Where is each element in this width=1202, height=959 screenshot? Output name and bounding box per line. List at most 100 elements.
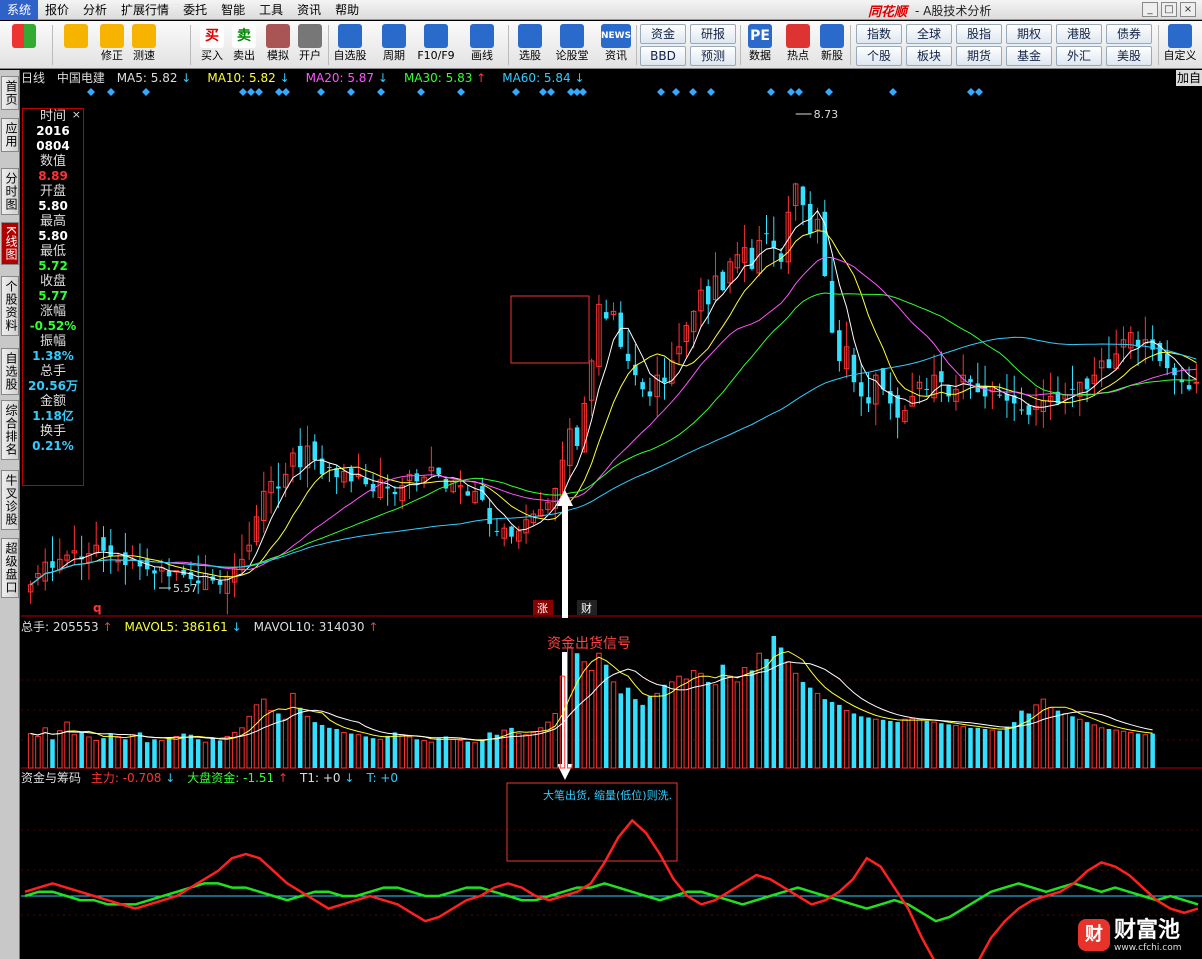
toolbar-label-17: 新股 (821, 49, 843, 62)
menu-item-6[interactable]: 工具 (252, 0, 290, 20)
signal-diamond-4 (247, 88, 255, 96)
volume-bar (202, 741, 209, 769)
toolbar-button-8[interactable]: 自选股 (334, 23, 367, 67)
market-button-2[interactable]: 股指 (956, 24, 1002, 44)
volume-bar (734, 681, 741, 769)
volume-bar (414, 739, 420, 768)
market-button-9[interactable]: 基金 (1006, 46, 1052, 66)
mid-button-2[interactable]: BBD (640, 46, 686, 66)
market-button-1[interactable]: 全球 (906, 24, 952, 44)
toolbar-button-12[interactable]: 选股 (514, 23, 546, 67)
toolbar-button-15[interactable]: PE 数据 (744, 23, 776, 67)
signal-diamond-29 (975, 88, 983, 96)
candle (1004, 374, 1010, 418)
toolbar-button-17[interactable]: 新股 (816, 23, 848, 67)
market-button-4[interactable]: 港股 (1056, 24, 1102, 44)
info-value-2: 5.80 (38, 199, 68, 213)
toolbar-label-7: 开户 (299, 49, 321, 62)
mavol5-line (30, 650, 1153, 742)
volume-bar (909, 718, 915, 769)
f10-icon (424, 24, 448, 48)
side-tab-5[interactable]: 自选股 (1, 348, 19, 395)
info-label-1: 数值 (39, 154, 66, 169)
side-tab-6[interactable]: 综合排名 (1, 400, 19, 460)
candle (1077, 381, 1083, 417)
side-tab-4[interactable]: 个股资料 (1, 276, 19, 336)
back-arrow-icon (64, 24, 88, 48)
toolbar-button-13[interactable]: 论股堂 (556, 23, 589, 67)
info-rows: 时间 2016 0804 数值 8.89 开盘 5.80 最高 5.80 最低 5.72 收盘 5.77… (23, 109, 83, 454)
candle (1091, 357, 1098, 394)
menu-item-8[interactable]: 帮助 (328, 0, 366, 20)
side-tab-3[interactable]: K线图 (1, 222, 19, 265)
toolbar-button-14[interactable]: NEWS 资讯 (600, 23, 632, 67)
menu-item-7[interactable]: 资讯 (290, 0, 328, 20)
market-button-3[interactable]: 期权 (1006, 24, 1052, 44)
toolbar-button-10[interactable]: F10/F9 (417, 23, 455, 67)
menu-item-2[interactable]: 分析 (76, 0, 114, 20)
toolbar-button-1[interactable] (60, 23, 92, 67)
volume-bar (268, 710, 274, 769)
market-button-0[interactable]: 指数 (856, 24, 902, 44)
candle (101, 526, 106, 572)
mid-button-1[interactable]: 研报 (690, 24, 736, 44)
side-tabs: 首页应用分时图 K线图个股资料自选股综合排名牛叉诊股超级盘口 (0, 70, 20, 959)
market-button-5[interactable]: 债券 (1106, 24, 1152, 44)
toolbar-button-0[interactable] (8, 23, 40, 67)
volume-bar (989, 729, 996, 769)
info-close-icon[interactable]: × (72, 109, 81, 120)
volume-bar (946, 724, 951, 768)
custom-button[interactable]: 自定义 (1164, 23, 1197, 67)
menu-item-4[interactable]: 委托 (176, 0, 214, 20)
signal-diamond-7 (282, 88, 290, 96)
volume-bar (494, 734, 500, 768)
toolbar-button-11[interactable]: 画线 (466, 23, 498, 67)
toolbar-button-7[interactable]: 开户 (294, 23, 326, 67)
candle (647, 377, 653, 406)
menu-item-5[interactable]: 智能 (214, 0, 252, 20)
close-icon[interactable]: × (1180, 2, 1196, 17)
kline-chart[interactable]: 8.735.57q 涨财资金出货信号大笔出货, 缩量(低位)则洗. (21, 70, 1202, 959)
market-button-10[interactable]: 外汇 (1056, 46, 1102, 66)
mid-button-3[interactable]: 预测 (690, 46, 736, 66)
market-button-6[interactable]: 个股 (856, 46, 902, 66)
maximize-icon[interactable]: □ (1161, 2, 1177, 17)
side-tab-2[interactable]: 分时图 (1, 168, 19, 215)
market-button-7[interactable]: 板块 (906, 46, 952, 66)
volume-bar (123, 739, 128, 768)
toolbar-button-9[interactable]: 周期 (378, 23, 410, 67)
volume-bar (217, 740, 223, 768)
high-label: 8.73 (814, 108, 839, 121)
volume-bar (982, 728, 988, 768)
candle (822, 199, 828, 278)
toolbar-button-3[interactable]: 测速 (128, 23, 160, 67)
volume-bar (406, 736, 413, 769)
candle (1142, 316, 1149, 364)
minimize-icon[interactable]: _ (1142, 2, 1158, 17)
side-tab-0[interactable]: 首页 (1, 76, 19, 110)
volume-bar (625, 687, 631, 768)
candle (348, 465, 354, 493)
menu-item-0[interactable]: 系统 (0, 0, 39, 20)
volume-bar (902, 718, 908, 769)
candle (202, 555, 209, 591)
candle (851, 347, 857, 393)
candle (727, 257, 733, 294)
candle (465, 485, 471, 496)
signal-diamond-26 (825, 88, 833, 96)
menu-item-1[interactable]: 报价 (38, 0, 76, 20)
candle (472, 481, 478, 505)
market-button-8[interactable]: 期货 (956, 46, 1002, 66)
side-tab-7[interactable]: 牛叉诊股 (1, 470, 19, 530)
mid-button-0[interactable]: 资金 (640, 24, 686, 44)
volume-bar (195, 739, 201, 768)
side-tab-8[interactable]: 超级盘口 (1, 538, 19, 598)
menu-item-3[interactable]: 扩展行情 (114, 0, 176, 20)
volume-bar (465, 741, 471, 768)
market-button-11[interactable]: 美股 (1106, 46, 1152, 66)
candle (144, 548, 150, 577)
signal-diamond-22 (707, 88, 715, 96)
candle (304, 425, 311, 488)
menu-bar: 系统 报价 分析 扩展行情 委托 智能 工具 资讯 帮助 (0, 0, 1202, 20)
side-tab-1[interactable]: 应用 (1, 118, 19, 152)
